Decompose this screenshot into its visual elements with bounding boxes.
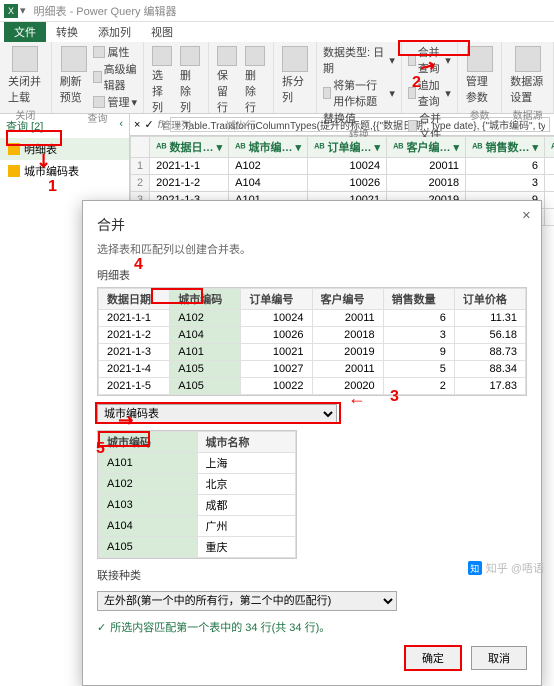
manage-button[interactable]: 管理 ▾ <box>93 94 137 110</box>
query-item-citycode[interactable]: 城市编码表 <box>0 160 129 182</box>
datasource-button[interactable]: 数据源设置 <box>508 44 547 107</box>
choose-cols-button[interactable]: 选择列 <box>150 44 174 117</box>
dialog-subtitle: 选择表和匹配列以创建合并表。 <box>97 241 527 257</box>
check-icon[interactable]: ✓ <box>144 118 153 131</box>
ribbon-group-managecols: 选择列 删除列 管理列 <box>144 42 209 113</box>
annotation-box-col2 <box>98 431 150 447</box>
remove-rows-button[interactable]: 删除行 <box>243 44 267 117</box>
remove-cols-button[interactable]: 删除列 <box>178 44 202 117</box>
ribbon-group-close: 关闭并上载 关闭 <box>0 42 52 113</box>
check-icon: ✓ <box>97 621 106 634</box>
ribbon-group-datasource: 数据源设置 数据源 <box>502 42 554 113</box>
ribbon-group-rows: 保留行 删除行 减少行 <box>209 42 274 113</box>
advanced-editor-button[interactable]: 高级编辑器 <box>93 61 137 93</box>
tab-addcolumn[interactable]: 添加列 <box>88 22 141 42</box>
split-col-button[interactable]: 拆分列 <box>280 44 310 107</box>
datatype-button[interactable]: 数据类型: 日期 ▾ <box>323 44 395 76</box>
annotation-num-5: 5 <box>96 440 105 458</box>
ribbon-group-transform: 数据类型: 日期 ▾ 将第一行用作标题 ▾ 替换值 转换 <box>317 42 402 113</box>
keep-rows-button[interactable]: 保留行 <box>215 44 239 117</box>
menubar: 文件 转换 添加列 视图 <box>0 22 554 42</box>
tab-file[interactable]: 文件 <box>4 22 46 42</box>
replace-values-button[interactable]: 替换值 <box>323 110 395 126</box>
annotation-arrow-3: ← <box>348 388 366 409</box>
annotation-num-4: 4 <box>134 256 143 274</box>
cancel-button[interactable]: 取消 <box>471 646 527 670</box>
join-type-select[interactable]: 左外部(第一个中的所有行，第二个中的匹配行) <box>97 591 397 611</box>
annotation-num-3: 3 <box>390 388 399 406</box>
tab-transform[interactable]: 转换 <box>46 22 88 42</box>
back-icon[interactable]: × <box>134 119 140 131</box>
annotation-num-2: 2 <box>412 74 421 92</box>
tab-view[interactable]: 视图 <box>141 22 183 42</box>
ribbon-group-split: 拆分列 <box>274 42 317 113</box>
window-title: 明细表 - Power Query 编辑器 <box>34 3 177 19</box>
properties-button[interactable]: 属性 <box>93 44 137 60</box>
join-label: 联接种类 <box>97 567 527 583</box>
ok-button[interactable]: 确定 <box>404 645 462 671</box>
annotation-box-merge <box>398 40 470 56</box>
excel-icon: X <box>4 4 18 18</box>
annotation-box-query <box>6 130 62 146</box>
refresh-button[interactable]: 刷新预览 <box>58 44 90 107</box>
watermark: 知 知乎 @唔语 <box>468 560 544 576</box>
close-icon[interactable]: ✕ <box>522 209 531 222</box>
match-info: ✓所选内容匹配第一个表中的 34 行(共 34 行)。 <box>97 619 527 635</box>
annotation-num-1: 1 <box>48 178 57 196</box>
titlebar: X ▾ 明细表 - Power Query 编辑器 <box>0 0 554 22</box>
save-icon[interactable]: ▾ <box>20 4 26 17</box>
quick-access-toolbar: ▾ <box>20 4 26 17</box>
table-icon <box>8 165 20 177</box>
annotation-box-col1 <box>151 288 203 304</box>
dialog-title: 合并 <box>97 215 527 235</box>
table1-grid[interactable]: 数据日期城市编码订单编号客户编号销售数量订单价格2021-1-1A1021002… <box>97 287 527 396</box>
ribbon-group-query: 刷新预览 属性 高级编辑器 管理 ▾ 查询 <box>52 42 144 113</box>
close-load-button[interactable]: 关闭并上载 <box>6 44 45 107</box>
first-row-header-button[interactable]: 将第一行用作标题 ▾ <box>323 77 395 109</box>
merge-dialog: ✕ 合并 选择表和匹配列以创建合并表。 明细表 数据日期城市编码订单编号客户编号… <box>82 200 542 686</box>
table1-label: 明细表 <box>97 267 527 283</box>
table2-grid[interactable]: 城市编码城市名称A101上海A102北京A103成都A104广州A105重庆 <box>97 430 297 559</box>
zhihu-icon: 知 <box>468 561 482 575</box>
ribbon: 关闭并上载 关闭 刷新预览 属性 高级编辑器 管理 ▾ 查询 选择列 删除列 管… <box>0 42 554 114</box>
